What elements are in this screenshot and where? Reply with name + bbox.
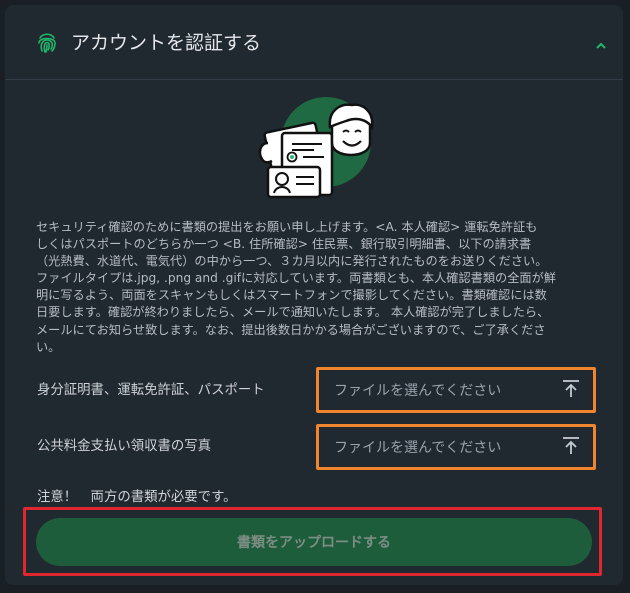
instruction-text: セキュリティ確認のために書類の提出をお願い申し上げます。<A. 本人確認> 運転… [36, 220, 556, 354]
utility-bill-file-input[interactable]: ファイルを選んでください [316, 424, 596, 470]
section-header[interactable]: アカウントを認証する [5, 5, 623, 80]
id-document-illustration [258, 97, 374, 199]
file-input-placeholder: ファイルを選んでください [334, 440, 502, 456]
upload-icon[interactable] [561, 436, 581, 456]
upload-documents-button[interactable]: 書類をアップロードする [36, 518, 592, 566]
verification-panel: アカウントを認証する セキュリティ確認のために書類の提出をお願い申し上げます。<… [5, 5, 623, 585]
id-document-label: 身分証明書、運転免許証、パスポート [37, 383, 265, 398]
id-document-file-input[interactable]: ファイルを選んでください [316, 367, 596, 413]
upload-icon[interactable] [561, 379, 581, 399]
section-title: アカウントを認証する [71, 32, 262, 54]
required-note: 注意！ 両方の書類が必要です。 [37, 490, 237, 505]
chevron-up-icon[interactable] [595, 41, 607, 49]
utility-bill-label: 公共料金支払い領収書の写真 [37, 439, 212, 454]
fingerprint-icon [38, 33, 56, 53]
file-input-placeholder: ファイルを選んでください [334, 383, 502, 399]
